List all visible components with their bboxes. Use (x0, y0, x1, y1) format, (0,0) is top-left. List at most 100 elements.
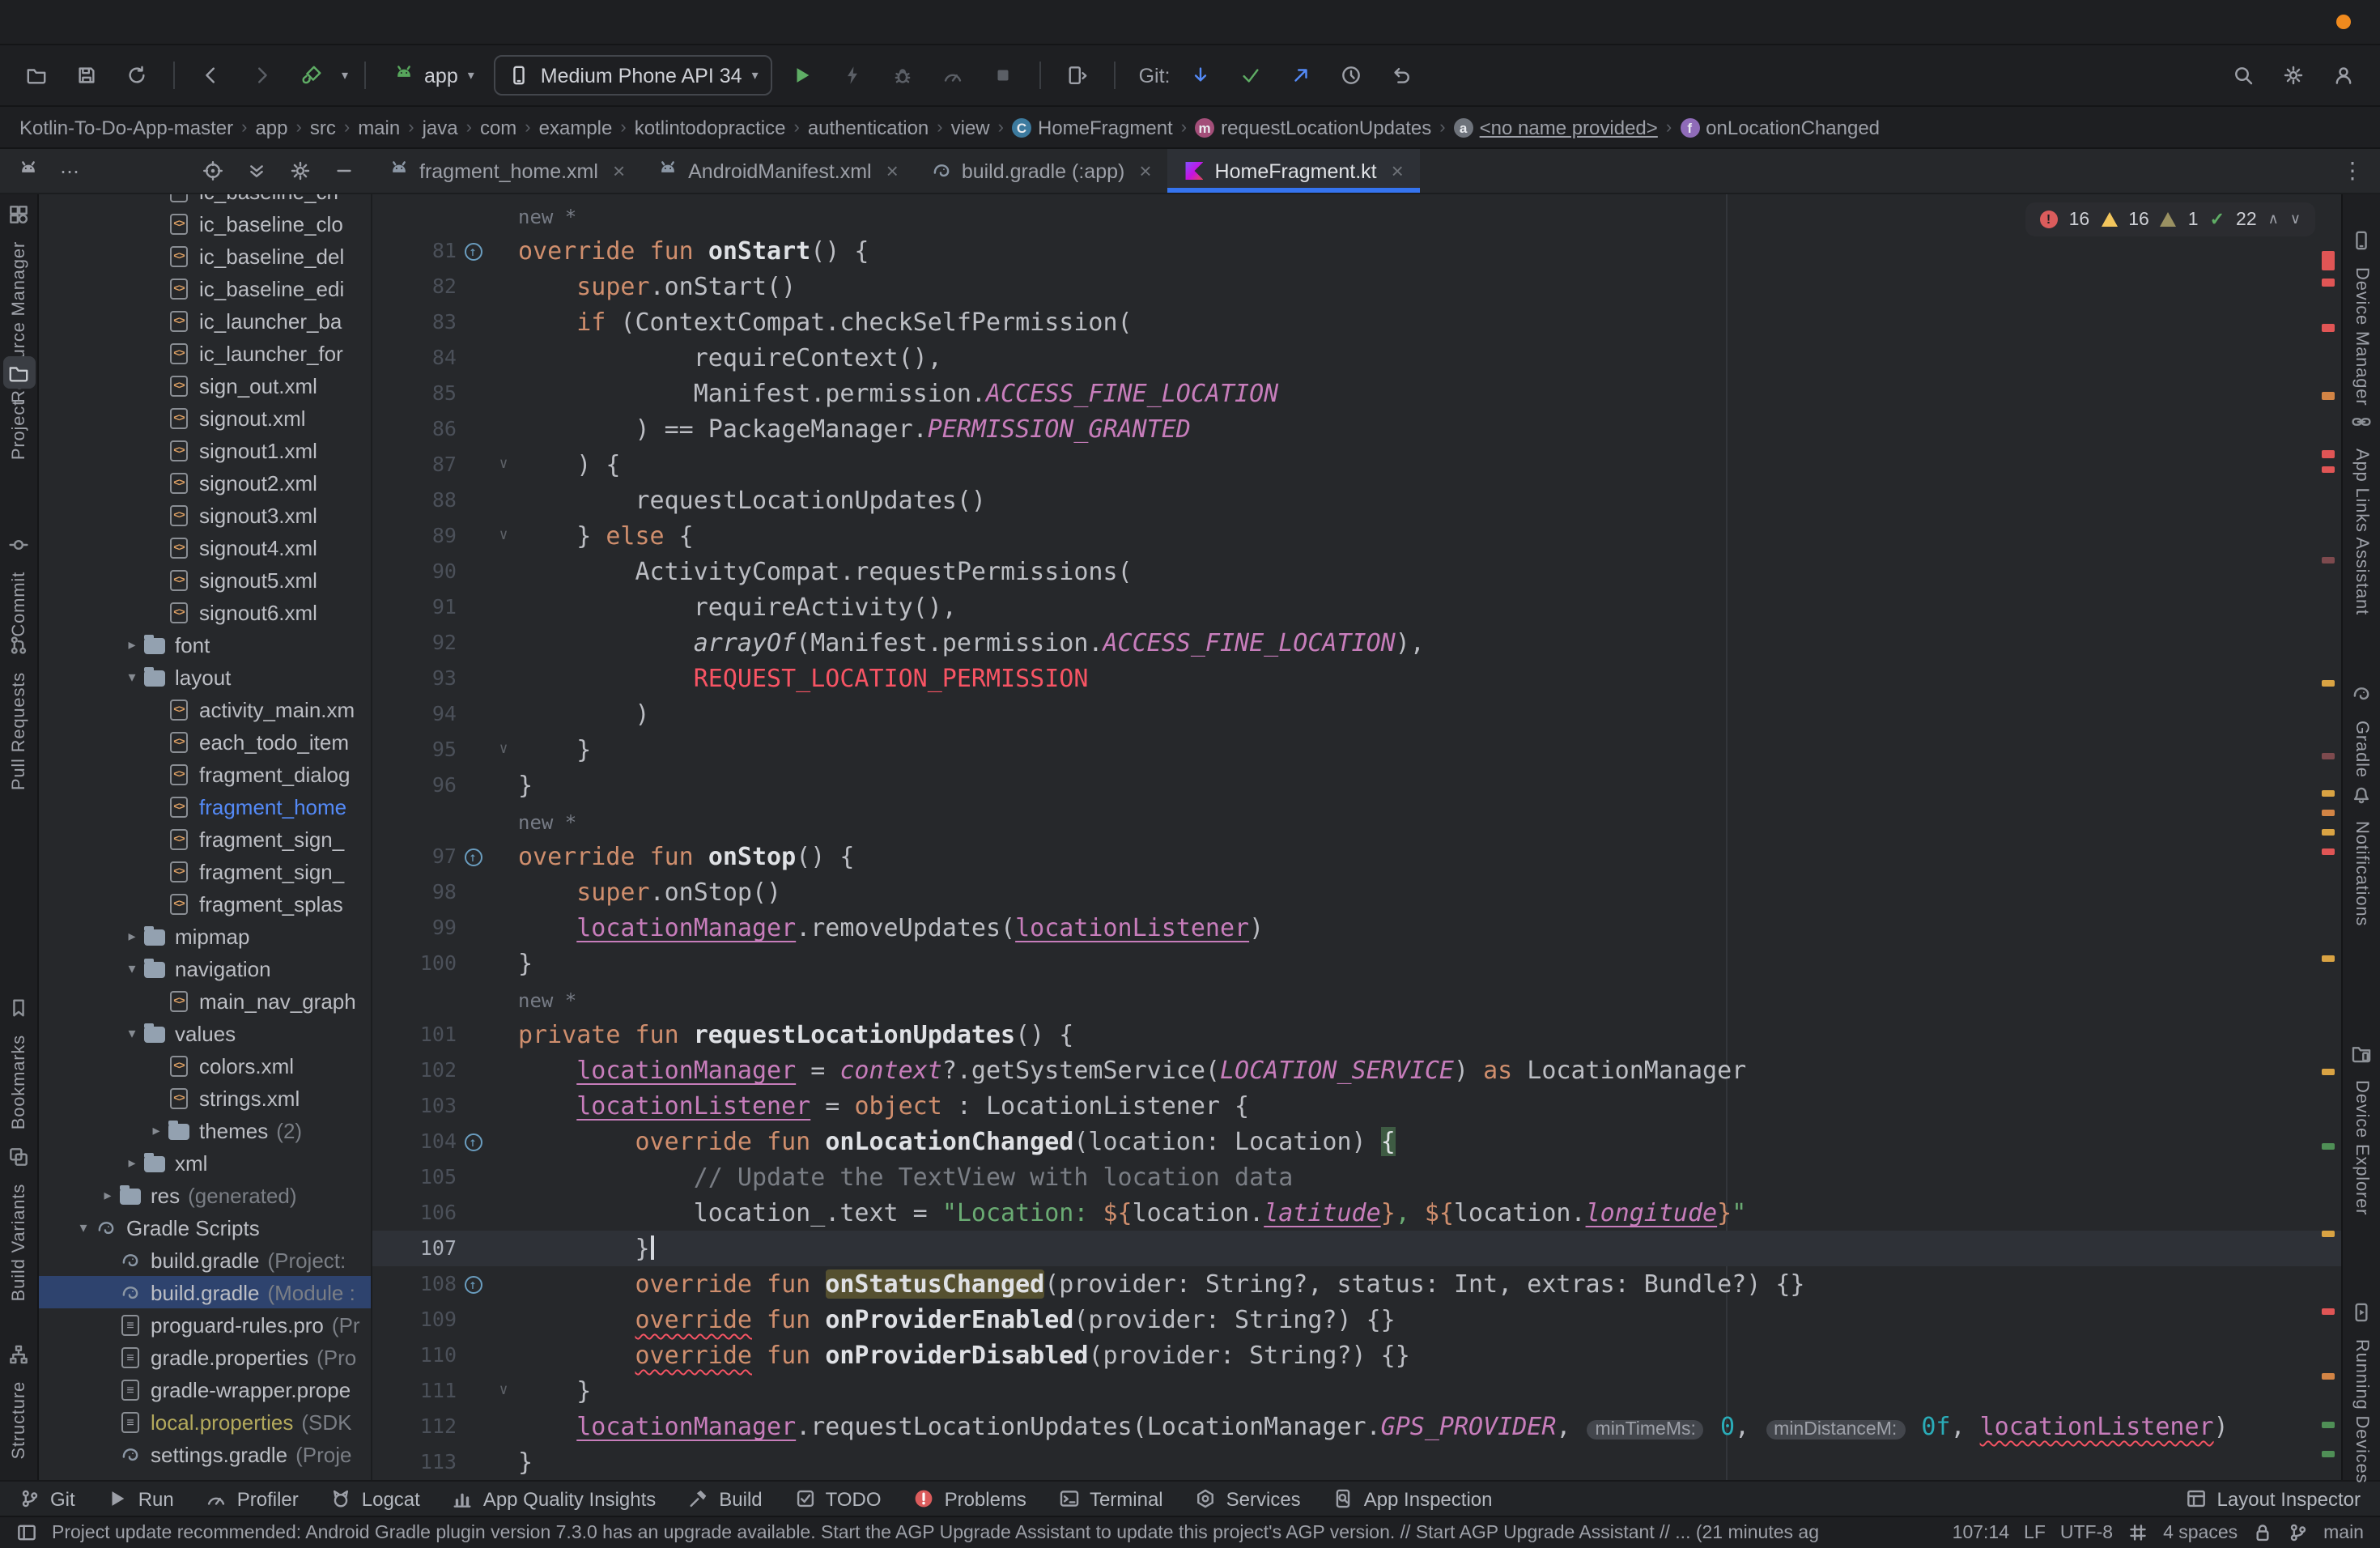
breadcrumb-item[interactable]: app (255, 116, 287, 138)
code-line-86[interactable]: 86 ) == PackageManager.PERMISSION_GRANTE… (372, 411, 2341, 447)
breadcrumb-item[interactable]: java (423, 116, 458, 138)
tree-item-fragment_dialog[interactable]: fragment_dialog (39, 758, 371, 790)
code-line-112[interactable]: 112 locationManager.requestLocationUpdat… (372, 1409, 2341, 1444)
code-line-104[interactable]: 104↑ override fun onLocationChanged(loca… (372, 1124, 2341, 1159)
tree-item-fragment_sign_[interactable]: fragment_sign_ (39, 855, 371, 887)
tool-window-button-App Quality Insights[interactable]: App Quality Insights (453, 1487, 656, 1510)
line-number[interactable]: 109 (372, 1302, 457, 1337)
line-number[interactable]: 99 (372, 910, 457, 946)
override-icon[interactable]: ↑ (464, 848, 482, 865)
line-number[interactable]: 92 (372, 625, 457, 661)
tool-window-button-Services[interactable]: Services (1196, 1487, 1301, 1510)
tree-item-xml[interactable]: ▸xml (39, 1146, 371, 1179)
chevron-down-icon[interactable]: ▾ (121, 668, 142, 686)
code-line-93[interactable]: 93 REQUEST_LOCATION_PERMISSION (372, 661, 2341, 696)
git-rollback-icon[interactable] (1381, 55, 1422, 96)
profile-avatar-icon[interactable] (2323, 55, 2364, 96)
tree-item-ic_baseline_del[interactable]: ic_baseline_del (39, 240, 371, 272)
settings-gear-icon[interactable] (2273, 55, 2314, 96)
tree-item-fragment_sign_[interactable]: fragment_sign_ (39, 823, 371, 855)
tree-item-build.gradle[interactable]: build.gradle(Project: (39, 1244, 371, 1276)
code-line-81[interactable]: 81↑override fun onStart() { (372, 233, 2341, 269)
collapse-all-icon[interactable] (244, 159, 269, 183)
code-line-91[interactable]: 91 requireActivity(), (372, 589, 2341, 625)
line-number[interactable]: 101 (372, 1017, 457, 1053)
line-number[interactable]: 96 (372, 768, 457, 803)
code-line-107[interactable]: 107 } (372, 1231, 2341, 1266)
tool-window-button-Git[interactable]: Git (19, 1487, 75, 1510)
open-folder-icon[interactable] (16, 55, 57, 96)
tab-HomeFragment.kt[interactable]: HomeFragment.kt× (1168, 149, 1420, 193)
layout-inspector-button[interactable]: Layout Inspector (2217, 1487, 2361, 1510)
fold-icon[interactable]: ∨ (499, 1373, 508, 1409)
caret-position[interactable]: 107:14 (1953, 1523, 2009, 1542)
chevron-right-icon[interactable]: ▸ (97, 1186, 118, 1204)
project-tree-panel[interactable]: ic_baseline_chic_baseline_cloic_baseline… (39, 194, 372, 1480)
line-number[interactable]: 82 (372, 269, 457, 304)
chevron-down-icon[interactable]: ▾ (73, 1218, 94, 1236)
code-line-95[interactable]: 95∨ } (372, 732, 2341, 768)
tree-item-build.gradle[interactable]: build.gradle(Module : (39, 1276, 371, 1308)
apply-changes-icon[interactable] (833, 55, 873, 96)
line-number[interactable]: 84 (372, 340, 457, 376)
line-number[interactable] (372, 981, 457, 1017)
cleanup-brush-icon[interactable] (291, 55, 332, 96)
chevron-right-icon[interactable]: ▸ (146, 1121, 167, 1139)
line-number[interactable]: 93 (372, 661, 457, 696)
code-line-111[interactable]: 111∨ } (372, 1373, 2341, 1409)
breadcrumb-item[interactable]: com (480, 116, 516, 138)
tool-button-Structure[interactable]: Structure (0, 1337, 37, 1459)
tree-item-activity_main.xm[interactable]: activity_main.xm (39, 693, 371, 725)
line-number[interactable] (372, 803, 457, 839)
tree-item-Gradle Scripts[interactable]: ▾Gradle Scripts (39, 1211, 371, 1244)
tree-item-fragment_splas[interactable]: fragment_splas (39, 887, 371, 920)
line-number[interactable]: 86 (372, 411, 457, 447)
code-line-87[interactable]: 87∨ ) { (372, 447, 2341, 483)
tree-item-signout6.xml[interactable]: signout6.xml (39, 596, 371, 628)
line-number[interactable]: 90 (372, 554, 457, 589)
code-line-102[interactable]: 102 locationManager = context?.getSystem… (372, 1053, 2341, 1088)
tree-item-mipmap[interactable]: ▸mipmap (39, 920, 371, 952)
tree-item-gradle.properties[interactable]: gradle.properties(Pro (39, 1341, 371, 1373)
git-push-icon[interactable] (1281, 55, 1321, 96)
git-history-icon[interactable] (1331, 55, 1371, 96)
forward-icon[interactable] (241, 55, 282, 96)
tree-item-navigation[interactable]: ▾navigation (39, 952, 371, 985)
code-line-90[interactable]: 90 ActivityCompat.requestPermissions( (372, 554, 2341, 589)
fold-icon[interactable]: ∨ (499, 447, 508, 483)
line-number[interactable]: 100 (372, 946, 457, 981)
override-icon[interactable]: ↑ (464, 1275, 482, 1293)
code-line-96[interactable]: 96} (372, 768, 2341, 803)
sync-icon[interactable] (117, 55, 157, 96)
code-line-88[interactable]: 88 requestLocationUpdates() (372, 483, 2341, 518)
breadcrumb-item[interactable]: a<no name provided> (1454, 116, 1658, 138)
close-tab-icon[interactable]: × (1392, 159, 1404, 183)
git-branch[interactable]: main (2323, 1523, 2364, 1542)
line-number[interactable]: 97 (372, 839, 457, 874)
chevron-down-icon[interactable]: ▾ (121, 959, 142, 977)
error-stripe[interactable] (2318, 194, 2338, 1480)
code-line-84[interactable]: 84 requireContext(), (372, 340, 2341, 376)
run-button[interactable] (783, 55, 823, 96)
code-line-98[interactable]: 98 super.onStop() (372, 874, 2341, 910)
breadcrumb-item[interactable]: fonLocationChanged (1680, 116, 1880, 138)
line-number[interactable]: 95 (372, 732, 457, 768)
profile-app-icon[interactable] (933, 55, 974, 96)
fold-icon[interactable]: ∨ (499, 732, 508, 768)
code-line-101[interactable]: 101private fun requestLocationUpdates() … (372, 1017, 2341, 1053)
override-icon[interactable]: ↑ (464, 1133, 482, 1150)
tree-item-signout.xml[interactable]: signout.xml (39, 402, 371, 434)
code-line-83[interactable]: 83 if (ContextCompat.checkSelfPermission… (372, 304, 2341, 340)
code-line-100[interactable]: 100} (372, 946, 2341, 981)
line-number[interactable]: 81 (372, 233, 457, 269)
tree-item-signout5.xml[interactable]: signout5.xml (39, 563, 371, 596)
line-number[interactable]: 94 (372, 696, 457, 732)
line-number[interactable]: 113 (372, 1444, 457, 1480)
indent-setting[interactable]: 4 spaces (2163, 1523, 2238, 1542)
code-line-108[interactable]: 108↑ override fun onStatusChanged(provid… (372, 1266, 2341, 1302)
tree-item-ic_baseline_clo[interactable]: ic_baseline_clo (39, 207, 371, 240)
line-number[interactable]: 87 (372, 447, 457, 483)
close-tab-icon[interactable]: × (1139, 159, 1151, 183)
line-number[interactable]: 110 (372, 1337, 457, 1373)
tool-button-Device Manager[interactable]: Device Manager (2343, 223, 2380, 406)
